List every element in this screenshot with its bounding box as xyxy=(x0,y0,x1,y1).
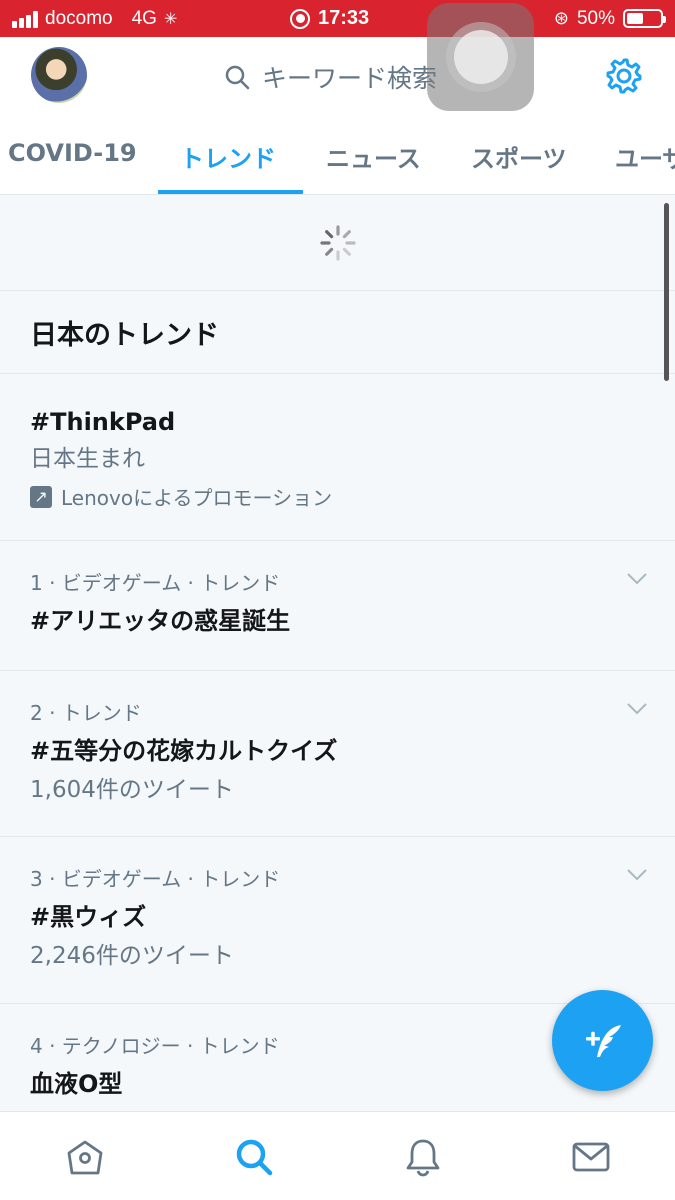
status-bar: docomo 4G ✳ 17:33 ⊛ 50% xyxy=(0,0,675,37)
trend-item[interactable]: 2 · トレンド #五等分の花嫁カルトクイズ 1,604件のツイート xyxy=(0,671,675,837)
chevron-down-icon[interactable] xyxy=(627,573,647,585)
promoted-arrow-icon: ↗ xyxy=(30,485,52,508)
promotion-line: ↗ Lenovoによるプロモーション xyxy=(30,482,645,511)
compose-feather-icon xyxy=(585,1024,621,1057)
tab-covid[interactable]: COVID-19 xyxy=(8,139,137,167)
home-icon[interactable] xyxy=(64,1136,106,1178)
status-center: 17:33 xyxy=(290,0,369,37)
active-tab-indicator xyxy=(158,190,303,194)
scrollbar[interactable] xyxy=(664,203,669,381)
tweet-count: 2,246件のツイート xyxy=(30,943,234,969)
search-icon xyxy=(225,65,250,90)
trend-name: #五等分の花嫁カルトクイズ xyxy=(30,737,338,765)
activity-icon: ✳ xyxy=(163,10,178,28)
trend-item[interactable]: 1 · ビデオゲーム · トレンド #アリエッタの惑星誕生 xyxy=(0,541,675,671)
trend-meta: 1 · ビデオゲーム · トレンド xyxy=(30,571,281,595)
trend-description: 日本生まれ xyxy=(30,446,145,472)
status-left: docomo 4G ✳ xyxy=(12,0,177,37)
trend-item[interactable]: 3 · ビデオゲーム · トレンド #黒ウィズ 2,246件のツイート xyxy=(0,837,675,1004)
top-header: キーワード検索 xyxy=(0,37,675,117)
network-label: 4G xyxy=(131,7,157,29)
trend-name: 血液O型 xyxy=(30,1070,123,1098)
tab-users[interactable]: ユーザ xyxy=(615,139,675,174)
trend-name: #ThinkPad xyxy=(30,408,176,436)
status-time: 17:33 xyxy=(318,7,370,29)
trend-meta: 3 · ビデオゲーム · トレンド xyxy=(30,867,281,891)
trends-feed[interactable]: 日本のトレンド #ThinkPad 日本生まれ ↗ Lenovoによるプロモーシ… xyxy=(0,195,675,1111)
promoted-trend[interactable]: #ThinkPad 日本生まれ ↗ Lenovoによるプロモーション xyxy=(0,374,675,541)
chevron-down-icon[interactable] xyxy=(627,869,647,881)
avatar[interactable] xyxy=(31,47,87,103)
carrier-label: docomo xyxy=(45,7,113,29)
bell-icon[interactable] xyxy=(402,1136,444,1178)
compose-tweet-button[interactable] xyxy=(552,990,653,1091)
tab-news[interactable]: ニュース xyxy=(326,139,421,174)
search-placeholder: キーワード検索 xyxy=(262,64,438,93)
trend-meta: 2 · トレンド xyxy=(30,701,142,725)
chevron-down-icon[interactable] xyxy=(627,703,647,715)
trend-name: #アリエッタの惑星誕生 xyxy=(30,607,291,635)
mail-icon[interactable] xyxy=(570,1136,612,1178)
tab-sports[interactable]: スポーツ xyxy=(471,139,567,174)
search-icon[interactable] xyxy=(233,1136,275,1178)
loading-spinner-icon xyxy=(319,224,356,261)
trend-name: #黒ウィズ xyxy=(30,903,147,931)
screen-record-icon xyxy=(290,8,310,29)
signal-icon xyxy=(12,10,38,28)
tab-trends[interactable]: トレンド xyxy=(180,139,276,174)
promotion-label: Lenovoによるプロモーション xyxy=(61,486,333,510)
assistive-touch-button[interactable] xyxy=(427,3,534,111)
rotation-lock-icon: ⊛ xyxy=(553,8,569,28)
section-title: 日本のトレンド xyxy=(0,291,675,374)
tweet-count: 1,604件のツイート xyxy=(30,777,234,803)
battery-percent: 50% xyxy=(576,7,615,29)
loading-area xyxy=(0,195,675,291)
battery-icon xyxy=(623,9,666,28)
explore-tabs: COVID-19 トレンド ニュース スポーツ ユーザ xyxy=(0,117,675,195)
bottom-navigation xyxy=(0,1111,675,1200)
gear-icon[interactable] xyxy=(604,56,644,96)
search-bar[interactable]: キーワード検索 xyxy=(224,59,437,95)
status-right: ⊛ 50% xyxy=(553,0,666,37)
